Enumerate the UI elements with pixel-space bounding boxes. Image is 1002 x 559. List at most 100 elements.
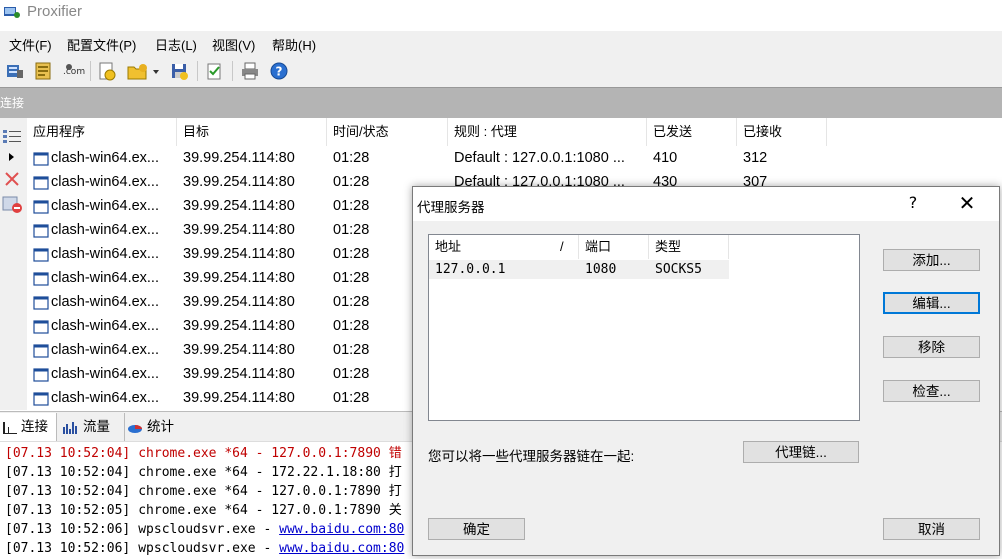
- tab-connections-label: 连接: [21, 419, 48, 434]
- cell-time-status: 01:28: [333, 150, 370, 166]
- application-window-icon: [33, 368, 49, 382]
- cell-application: clash-win64.ex...: [51, 246, 159, 262]
- cell-application: clash-win64.ex...: [51, 150, 159, 166]
- remove-button[interactable]: 移除: [883, 336, 980, 358]
- tab-connections[interactable]: 连接: [0, 413, 57, 441]
- table-row[interactable]: clash-win64.ex... 39.99.254.114:80 01:28 De…: [27, 146, 1002, 170]
- cell-sent: 410: [653, 150, 678, 166]
- dotcom-icon[interactable]: .com: [61, 61, 85, 81]
- toolbar-separator: [197, 61, 198, 81]
- toolbar: .com ?: [0, 55, 1002, 87]
- cell-application: clash-win64.ex...: [51, 342, 159, 358]
- log-message: wpscloudsvr.exe -: [138, 522, 280, 537]
- help-icon[interactable]: ?: [269, 61, 289, 81]
- list-view-icon[interactable]: [2, 128, 22, 146]
- column-header-sent[interactable]: 已发送: [647, 118, 737, 146]
- title-bar: Proxifier: [0, 0, 1002, 24]
- menu-bar: 文件(F) 配置文件(P) 日志(L) 视图(V) 帮助(H): [0, 31, 1002, 55]
- log-message: wpscloudsvr.exe -: [138, 541, 280, 556]
- log-line: [07.13 10:52:04] chrome.exe *64 - 127.0.0…: [5, 444, 402, 463]
- log-link[interactable]: www.baidu.com:80: [279, 522, 404, 537]
- log-line: [07.13 10:52:04] chrome.exe *64 - 127.0.0…: [5, 482, 402, 501]
- traffic-chart-icon: [63, 422, 77, 434]
- cell-application: clash-win64.ex...: [51, 198, 159, 214]
- print-icon[interactable]: [240, 61, 260, 81]
- application-window-icon: [33, 200, 49, 214]
- log-message: chrome.exe *64 - 127.0.0.1:7890 打: [138, 484, 402, 499]
- cell-target: 39.99.254.114:80: [183, 270, 295, 286]
- cell-application: clash-win64.ex...: [51, 318, 159, 334]
- log-message: chrome.exe *64 - 172.22.1.18:80 打: [138, 465, 402, 480]
- proxy-column-header-type[interactable]: 类型: [649, 235, 729, 259]
- cell-target: 39.99.254.114:80: [183, 366, 295, 382]
- proxy-chain-button[interactable]: 代理链...: [743, 441, 859, 463]
- toolbar-separator: [232, 61, 233, 81]
- column-header-time-status[interactable]: 时间/状态: [327, 118, 448, 146]
- column-header-target[interactable]: 目标: [177, 118, 327, 146]
- tab-traffic-label: 流量: [83, 419, 110, 434]
- open-icon[interactable]: [97, 61, 117, 81]
- column-header-application[interactable]: 应用程序: [27, 118, 177, 146]
- log-timestamp: [07.13 10:52:06]: [5, 522, 131, 537]
- menu-view[interactable]: 视图(V): [212, 35, 255, 54]
- tab-statistics[interactable]: 统计: [124, 413, 185, 441]
- log-line: [07.13 10:52:04] chrome.exe *64 - 172.22.…: [5, 463, 402, 482]
- proxy-chain-hint: 您可以将一些代理服务器链在一起:: [428, 449, 635, 464]
- ok-button[interactable]: 确定: [428, 518, 525, 540]
- log-timestamp: [07.13 10:52:05]: [5, 503, 131, 518]
- dialog-close-button[interactable]: ✕: [953, 191, 981, 215]
- profile-icon[interactable]: [33, 61, 53, 81]
- application-window-icon: [33, 224, 49, 238]
- proxy-server-list[interactable]: 地址 / 端口 类型 127.0.0.1 1080 SOCKS5: [428, 234, 860, 421]
- proxy-row-port[interactable]: 1080: [579, 260, 649, 279]
- server-icon[interactable]: [5, 61, 25, 81]
- connections-section-header: 连接: [0, 87, 1002, 118]
- tab-traffic[interactable]: 流量: [60, 413, 120, 441]
- sort-indicator: /: [560, 239, 564, 254]
- application-window-icon: [33, 248, 49, 262]
- menu-file[interactable]: 文件(F): [9, 35, 52, 54]
- cell-target: 39.99.254.114:80: [183, 150, 295, 166]
- dialog-title-bar: 代理服务器 ? ✕: [413, 187, 999, 221]
- dialog-title: 代理服务器: [417, 200, 485, 215]
- side-strip: [0, 118, 27, 410]
- svg-text:.com: .com: [63, 67, 85, 77]
- cell-application: clash-win64.ex...: [51, 174, 159, 190]
- proxy-column-header-address[interactable]: 地址 /: [429, 235, 579, 259]
- cell-target: 39.99.254.114:80: [183, 174, 295, 190]
- row-pointer-icon: [9, 153, 14, 161]
- folder-icon[interactable]: [126, 61, 160, 81]
- dialog-help-button[interactable]: ?: [903, 193, 923, 212]
- application-window-icon: [33, 176, 49, 190]
- disconnect-icon[interactable]: [2, 196, 24, 214]
- proxy-servers-dialog: 代理服务器 ? ✕ 地址 / 端口 类型 127.0.0.1 1080 SOCK…: [412, 186, 1000, 556]
- menu-help[interactable]: 帮助(H): [272, 35, 316, 54]
- proxy-row-type[interactable]: SOCKS5: [649, 260, 729, 279]
- column-header-received[interactable]: 已接收: [737, 118, 827, 146]
- save-icon[interactable]: [169, 61, 189, 81]
- column-header-rule-proxy[interactable]: 规则 : 代理: [448, 118, 647, 146]
- edit-button[interactable]: 编辑...: [883, 292, 980, 314]
- log-link[interactable]: www.baidu.com:80: [279, 541, 404, 556]
- proxy-row-address[interactable]: 127.0.0.1: [429, 260, 579, 279]
- toolbar-separator: [90, 61, 91, 81]
- svg-text:?: ?: [276, 65, 283, 79]
- cancel-button[interactable]: 取消: [883, 518, 980, 540]
- log-line: [07.13 10:52:05] chrome.exe *64 - 127.0.0…: [5, 501, 402, 520]
- proxy-column-header-port[interactable]: 端口: [579, 235, 649, 259]
- close-connection-icon[interactable]: [3, 170, 21, 188]
- cell-target: 39.99.254.114:80: [183, 318, 295, 334]
- menu-profile[interactable]: 配置文件(P): [67, 35, 136, 54]
- check-icon[interactable]: [204, 61, 224, 81]
- cell-application: clash-win64.ex...: [51, 270, 159, 286]
- application-window-icon: [33, 392, 49, 406]
- menu-log[interactable]: 日志(L): [155, 35, 197, 54]
- application-window-icon: [33, 152, 49, 166]
- add-button[interactable]: 添加...: [883, 249, 980, 271]
- cell-target: 39.99.254.114:80: [183, 198, 295, 214]
- log-line: [07.13 10:52:06] wpscloudsvr.exe - www.ba…: [5, 539, 404, 558]
- tab-statistics-label: 统计: [147, 419, 174, 434]
- proxy-column-address-label: 地址: [435, 239, 462, 254]
- log-timestamp: [07.13 10:52:06]: [5, 541, 131, 556]
- check-button[interactable]: 检查...: [883, 380, 980, 402]
